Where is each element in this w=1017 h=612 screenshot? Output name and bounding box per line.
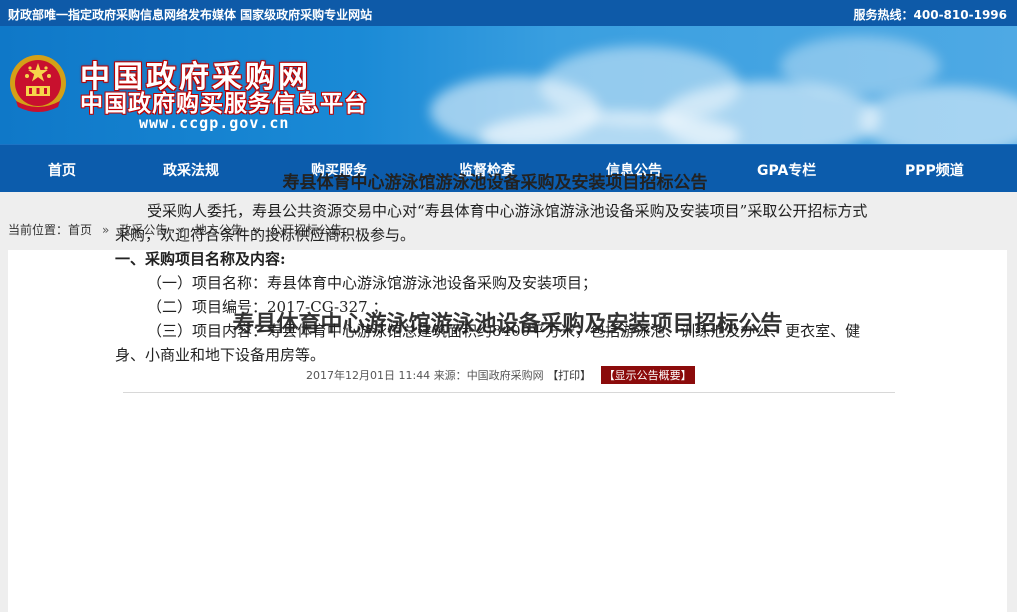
list-item: （一）项目名称：寿县体育中心游泳馆游泳池设备采购及安装项目； [147, 274, 598, 292]
site-url: www.ccgp.gov.cn [139, 114, 290, 132]
top-bar-slogan: 财政部唯一指定政府采购信息网络发布媒体 国家级政府采购专业网站 [8, 8, 373, 22]
site-subtitle: 中国政府购买服务信息平台 [80, 91, 368, 117]
notice-body: 寿县体育中心游泳馆游泳池设备采购及安装项目招标公告 受采购人委托，寿县公共资源交… [115, 167, 875, 367]
show-summary-button[interactable]: 【显示公告概要】 [600, 366, 695, 384]
list-item: （二）项目编号：2017-CG-327 ； [147, 298, 388, 316]
publish-date: 2017年12月01日 11:44 [306, 369, 431, 382]
section-heading: 一、采购项目名称及内容: [115, 250, 286, 268]
nav-item-ppp[interactable]: PPP频道 [905, 160, 964, 180]
breadcrumb-prefix: 当前位置： [8, 223, 69, 237]
cloud-decoration [780, 36, 940, 96]
list-item: （三）项目内容：寿县体育中心游泳馆总建筑面积约8400平方米，包括游泳池、训练池… [115, 322, 861, 364]
article-intro: 受采购人委托，寿县公共资源交易中心对“寿县体育中心游泳馆游泳池设备采购及安装项目… [115, 202, 868, 244]
cloud-decoration [860, 86, 1017, 144]
breadcrumb-separator: » [102, 223, 110, 237]
print-link[interactable]: 【打印】 [547, 369, 591, 382]
source-label: 来源： [433, 369, 467, 382]
service-hotline: 服务热线：400-810-1996 [853, 8, 1007, 22]
source-name: 中国政府采购网 [466, 369, 544, 382]
national-emblem-icon [10, 55, 66, 112]
nav-item-home[interactable]: 首页 [48, 160, 76, 180]
article-heading: 寿县体育中心游泳馆游泳池设备采购及安装项目招标公告 [282, 173, 708, 193]
top-info-bar: 财政部唯一指定政府采购信息网络发布媒体 国家级政府采购专业网站 服务热线：400… [0, 0, 1017, 26]
divider [123, 392, 895, 393]
notice-meta: 2017年12月01日 11:44 来源：中国政府采购网 【打印】 【显示公告概… [306, 366, 695, 384]
site-banner: 中国政府采购网 中国政府购买服务信息平台 www.ccgp.gov.cn [0, 26, 1017, 144]
breadcrumb-home[interactable]: 首页 [68, 223, 92, 237]
